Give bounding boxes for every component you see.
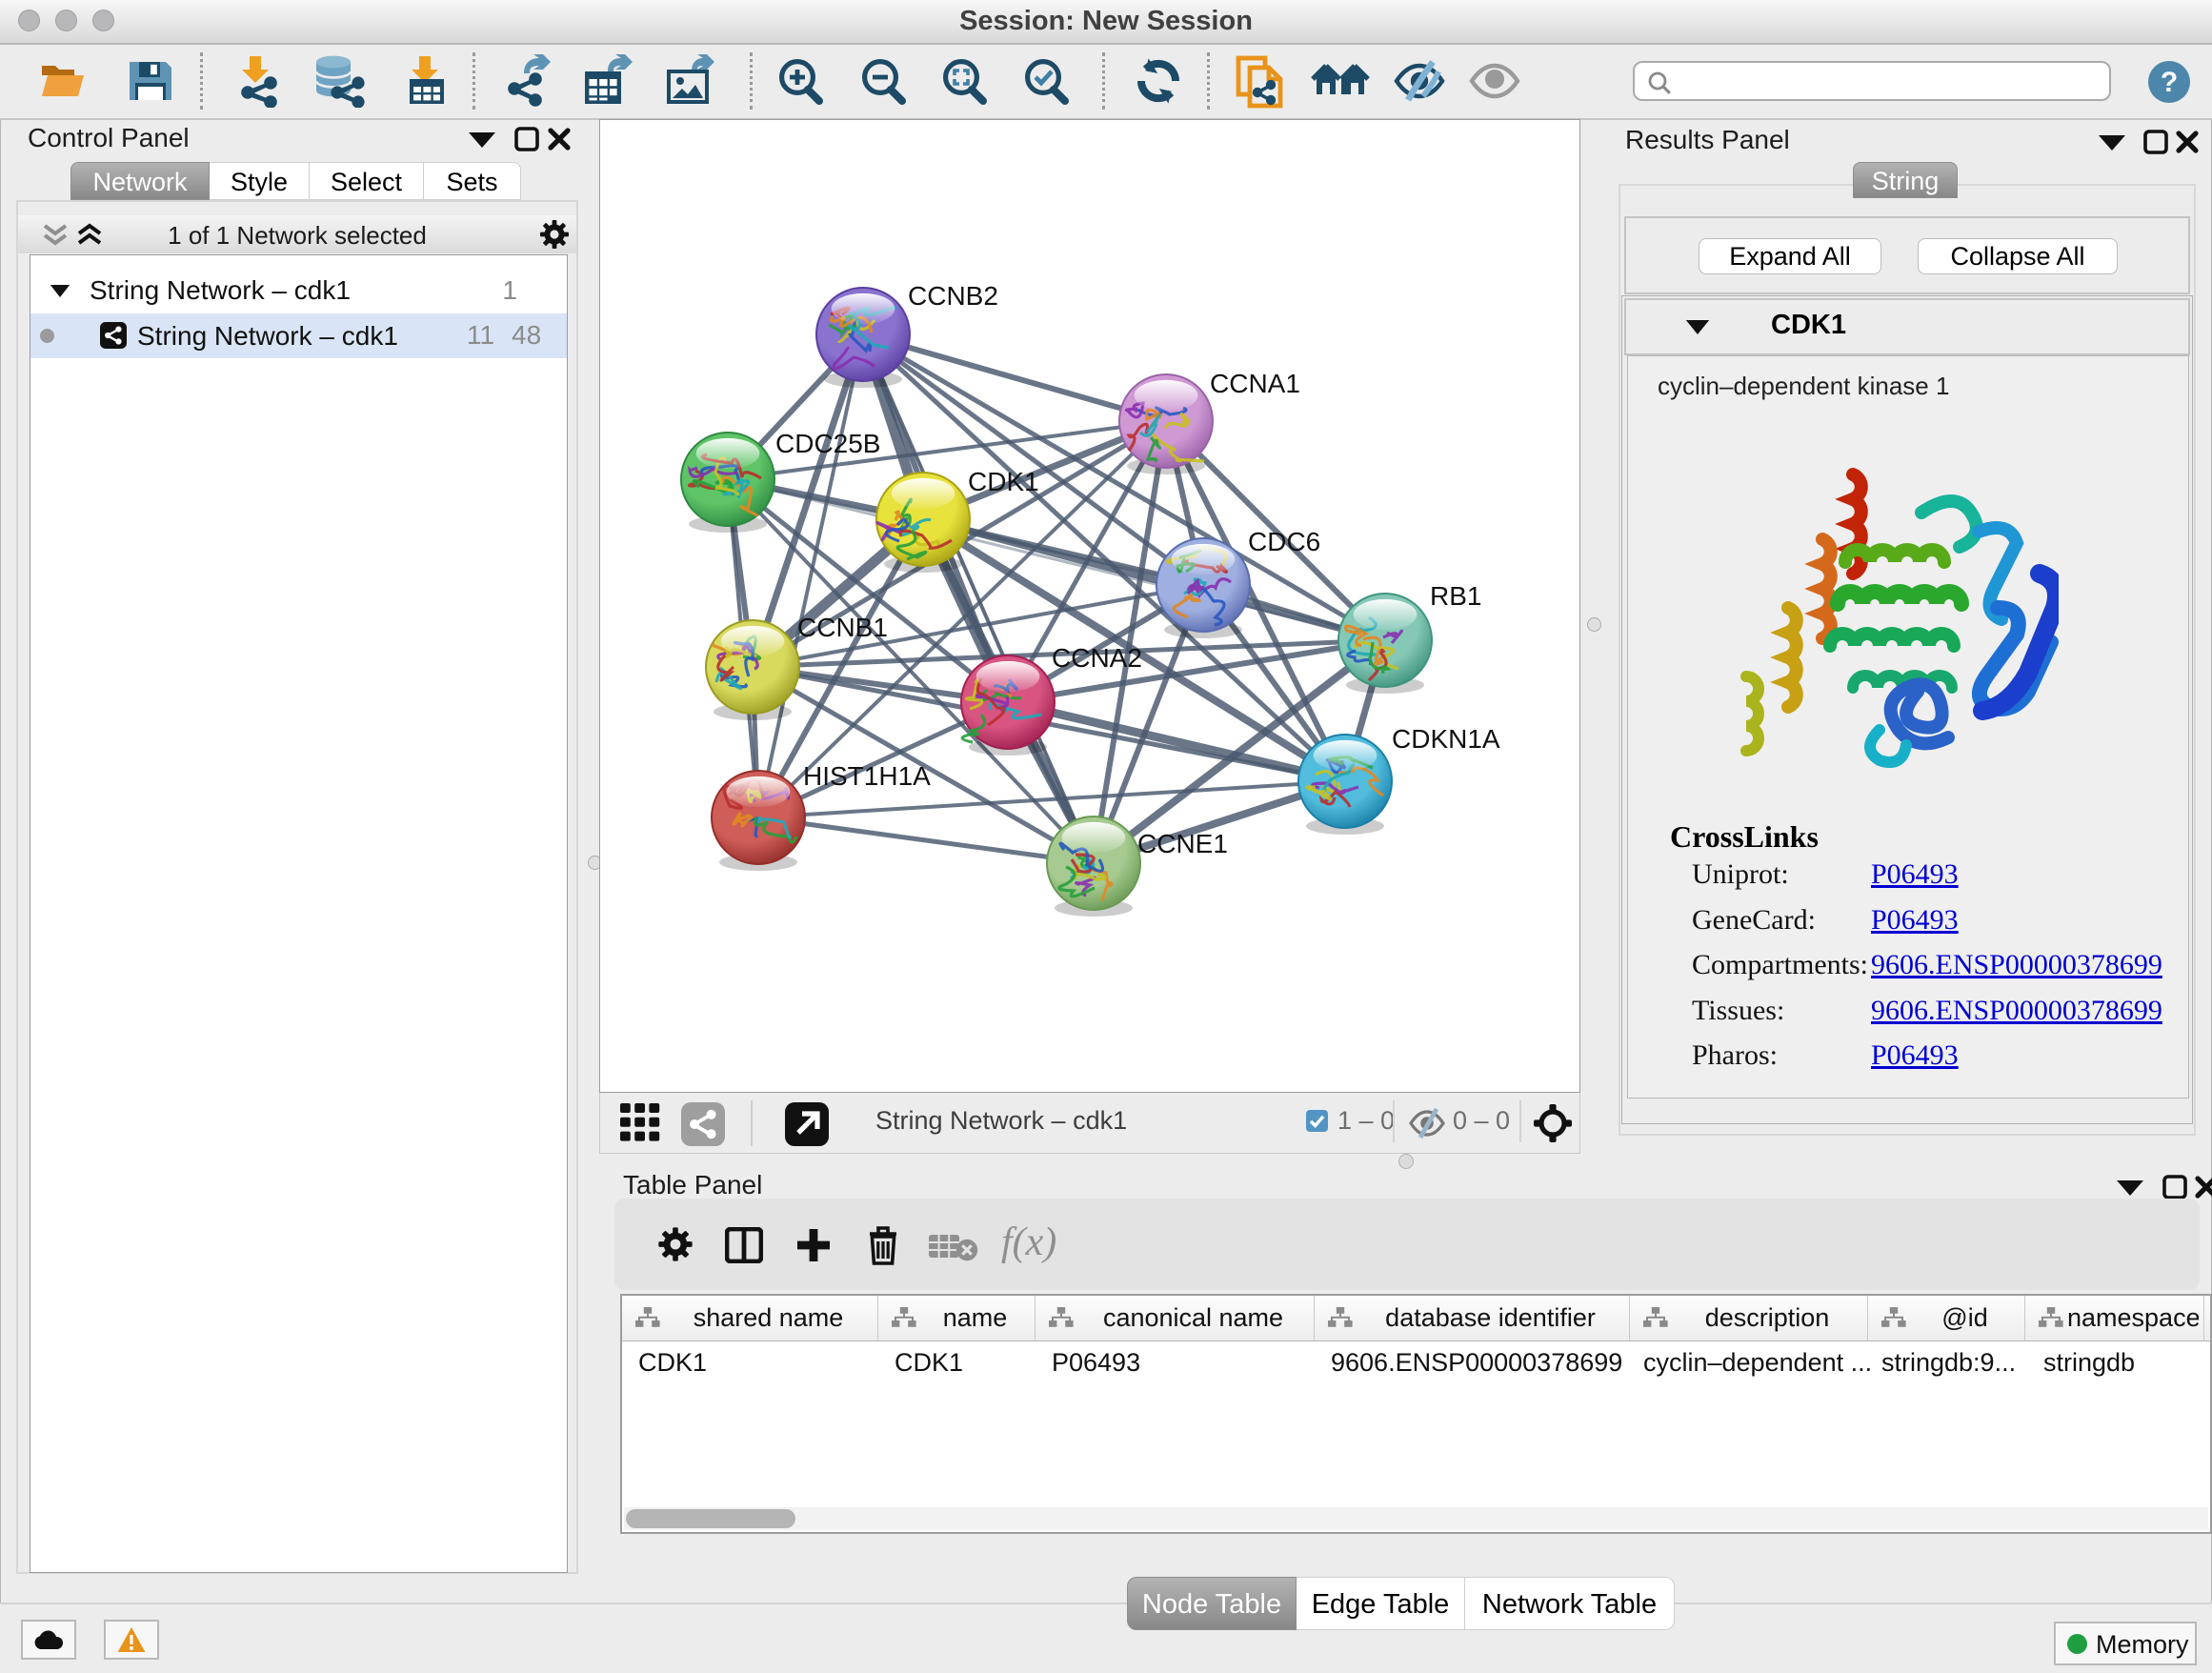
svg-text:CCNA2: CCNA2 (1052, 643, 1142, 673)
svg-text:?: ? (2161, 67, 2178, 98)
svg-text:CDKN1A: CDKN1A (1392, 724, 1500, 754)
svg-text:CCNB2: CCNB2 (908, 281, 998, 311)
svg-text:CCNA1: CCNA1 (1210, 369, 1300, 398)
svg-text:CCNE1: CCNE1 (1137, 829, 1228, 858)
svg-text:CDC6: CDC6 (1248, 527, 1320, 556)
svg-text:HIST1H1A: HIST1H1A (803, 761, 931, 791)
svg-text:RB1: RB1 (1430, 581, 1481, 611)
svg-text:CCNB1: CCNB1 (797, 613, 888, 642)
svg-text:CDK1: CDK1 (968, 467, 1039, 496)
svg-text:CDC25B: CDC25B (775, 429, 880, 458)
